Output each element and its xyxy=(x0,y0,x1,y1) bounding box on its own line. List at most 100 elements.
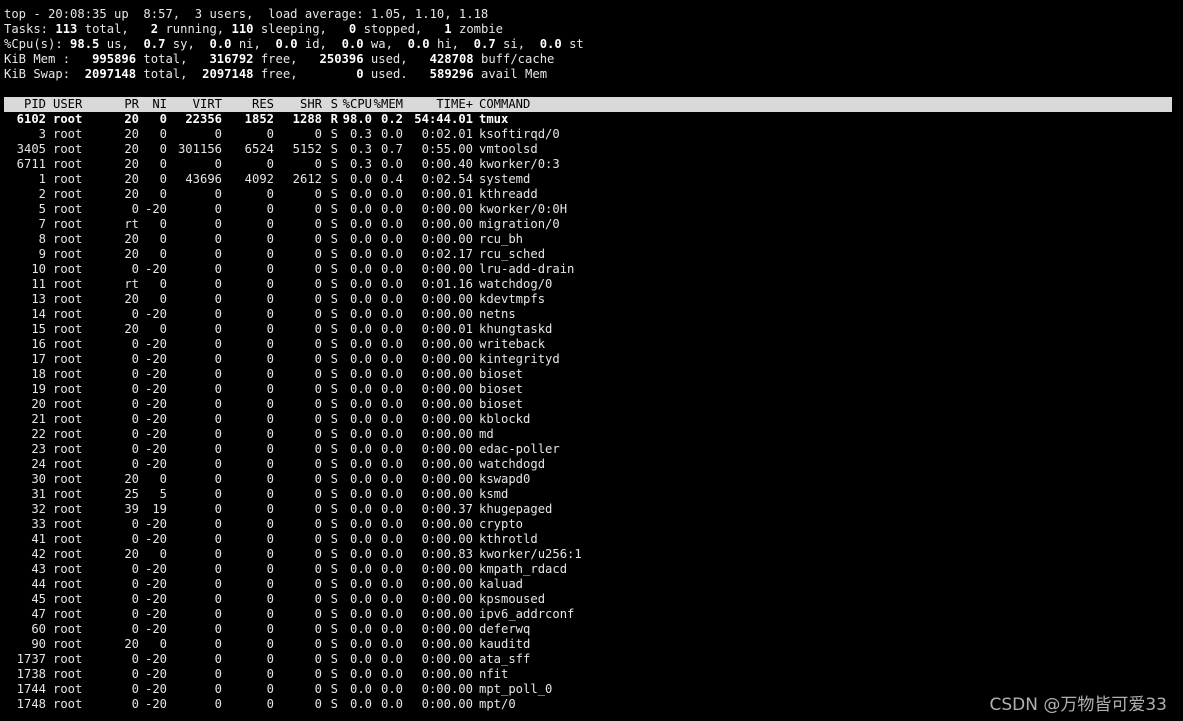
terminal-window[interactable]: top - 20:08:35 up 8:57, 3 users, load av… xyxy=(4,7,1183,712)
cell-cpu: 0.0 xyxy=(349,487,372,501)
cell-state: S xyxy=(330,457,338,471)
cell-res: 0 xyxy=(266,502,274,516)
cell-shr: 0 xyxy=(314,217,322,231)
cell-res: 0 xyxy=(266,382,274,396)
cell-time: 0:00.00 xyxy=(421,412,473,426)
cell-shr: 0 xyxy=(314,637,322,651)
cell-state: S xyxy=(330,307,338,321)
cell-shr: 0 xyxy=(314,652,322,666)
cell-pid: 47 xyxy=(31,607,46,621)
cell-state: S xyxy=(330,292,338,306)
cell-cpu: 0.0 xyxy=(349,592,372,606)
cell-command: khungtaskd xyxy=(479,322,553,336)
process-row: 6711 root 20 0 0 0 0 S 0.3 0.0 0:00.40 kworker/0:3 xyxy=(4,157,1183,172)
cell-priority: 39 xyxy=(124,502,139,516)
cell-nice: 0 xyxy=(159,157,167,171)
cell-state: S xyxy=(330,382,338,396)
cell-virt: 0 xyxy=(214,412,222,426)
cell-shr: 0 xyxy=(314,562,322,576)
cell-mem: 0.0 xyxy=(380,517,403,531)
cell-pid: 18 xyxy=(31,367,46,381)
cell-nice: -20 xyxy=(144,337,167,351)
cell-user: root xyxy=(53,562,83,576)
cell-res: 0 xyxy=(266,577,274,591)
process-row: 24 root 0 -20 0 0 0 S 0.0 0.0 0:00.00 watchdogd xyxy=(4,457,1183,472)
cell-virt: 0 xyxy=(214,247,222,261)
cell-virt: 0 xyxy=(214,682,222,696)
cell-user: root xyxy=(53,247,83,261)
cell-user: root xyxy=(53,367,83,381)
cell-cpu: 0.0 xyxy=(349,412,372,426)
cell-shr: 0 xyxy=(314,307,322,321)
cell-state: S xyxy=(330,412,338,426)
process-row: 31 root 25 5 0 0 0 S 0.0 0.0 0:00.00 ksmd xyxy=(4,487,1183,502)
cell-cpu: 0.0 xyxy=(349,277,372,291)
cell-pid: 8 xyxy=(38,232,46,246)
cell-res: 0 xyxy=(266,697,274,711)
cell-virt: 0 xyxy=(214,157,222,171)
cell-shr: 0 xyxy=(314,592,322,606)
cell-user: root xyxy=(53,412,83,426)
cell-pid: 24 xyxy=(31,457,46,471)
cell-user: root xyxy=(53,127,83,141)
cell-cpu: 0.0 xyxy=(349,367,372,381)
cell-shr: 0 xyxy=(314,367,322,381)
cell-virt: 0 xyxy=(214,517,222,531)
cell-virt: 0 xyxy=(214,127,222,141)
cell-pid: 31 xyxy=(31,487,46,501)
cell-shr: 0 xyxy=(314,502,322,516)
cell-state: S xyxy=(330,622,338,636)
cell-shr: 1288 xyxy=(292,112,322,126)
cell-command: kauditd xyxy=(479,637,531,651)
cell-shr: 0 xyxy=(314,277,322,291)
cell-cpu: 0.0 xyxy=(349,292,372,306)
cell-user: root xyxy=(53,487,83,501)
cell-pid: 43 xyxy=(31,562,46,576)
cell-command: kworker/0:3 xyxy=(479,157,560,171)
cell-priority: 0 xyxy=(131,352,139,366)
cell-nice: 19 xyxy=(152,502,167,516)
cell-virt: 0 xyxy=(214,202,222,216)
cell-virt: 0 xyxy=(214,652,222,666)
cell-state: S xyxy=(330,472,338,486)
process-row: 3405 root 20 0 301156 6524 5152 S 0.3 0.7 0:55.00 v… xyxy=(4,142,1183,157)
cell-user: root xyxy=(53,652,83,666)
col-cpu: %CPU xyxy=(342,97,372,111)
cell-priority: 0 xyxy=(131,382,139,396)
cell-virt: 0 xyxy=(214,352,222,366)
cell-priority: 0 xyxy=(131,412,139,426)
cell-priority: 0 xyxy=(131,262,139,276)
cell-command: edac-poller xyxy=(479,442,560,456)
cell-nice: 0 xyxy=(159,277,167,291)
cell-cpu: 0.0 xyxy=(349,247,372,261)
uptime-line: top - 20:08:35 up 8:57, 3 users, load av… xyxy=(4,7,489,21)
cell-cpu: 0.0 xyxy=(349,502,372,516)
cell-command: crypto xyxy=(479,517,524,531)
cell-priority: 0 xyxy=(131,592,139,606)
cell-command: deferwq xyxy=(479,622,531,636)
cell-user: root xyxy=(53,607,83,621)
cell-user: root xyxy=(53,667,83,681)
cell-state: S xyxy=(330,637,338,651)
cell-state: S xyxy=(330,652,338,666)
cell-mem: 0.0 xyxy=(380,562,403,576)
cell-command: kworker/u256:1 xyxy=(479,547,582,561)
cell-mem: 0.0 xyxy=(380,262,403,276)
cell-state: S xyxy=(330,187,338,201)
cell-user: root xyxy=(53,292,83,306)
cell-mem: 0.0 xyxy=(380,412,403,426)
cell-user: root xyxy=(53,337,83,351)
cell-command: nfit xyxy=(479,667,509,681)
cell-virt: 0 xyxy=(214,487,222,501)
cell-command: ksmd xyxy=(479,487,509,501)
cell-res: 0 xyxy=(266,487,274,501)
cell-time: 0:00.00 xyxy=(421,682,473,696)
process-row: 10 root 0 -20 0 0 0 S 0.0 0.0 0:00.00 lru-add-drain xyxy=(4,262,1183,277)
cell-priority: 0 xyxy=(131,517,139,531)
cell-virt: 0 xyxy=(214,292,222,306)
cell-priority: 20 xyxy=(124,247,139,261)
cell-cpu: 0.0 xyxy=(349,262,372,276)
cell-user: root xyxy=(53,592,83,606)
cell-shr: 2612 xyxy=(292,172,322,186)
cell-priority: 0 xyxy=(131,532,139,546)
